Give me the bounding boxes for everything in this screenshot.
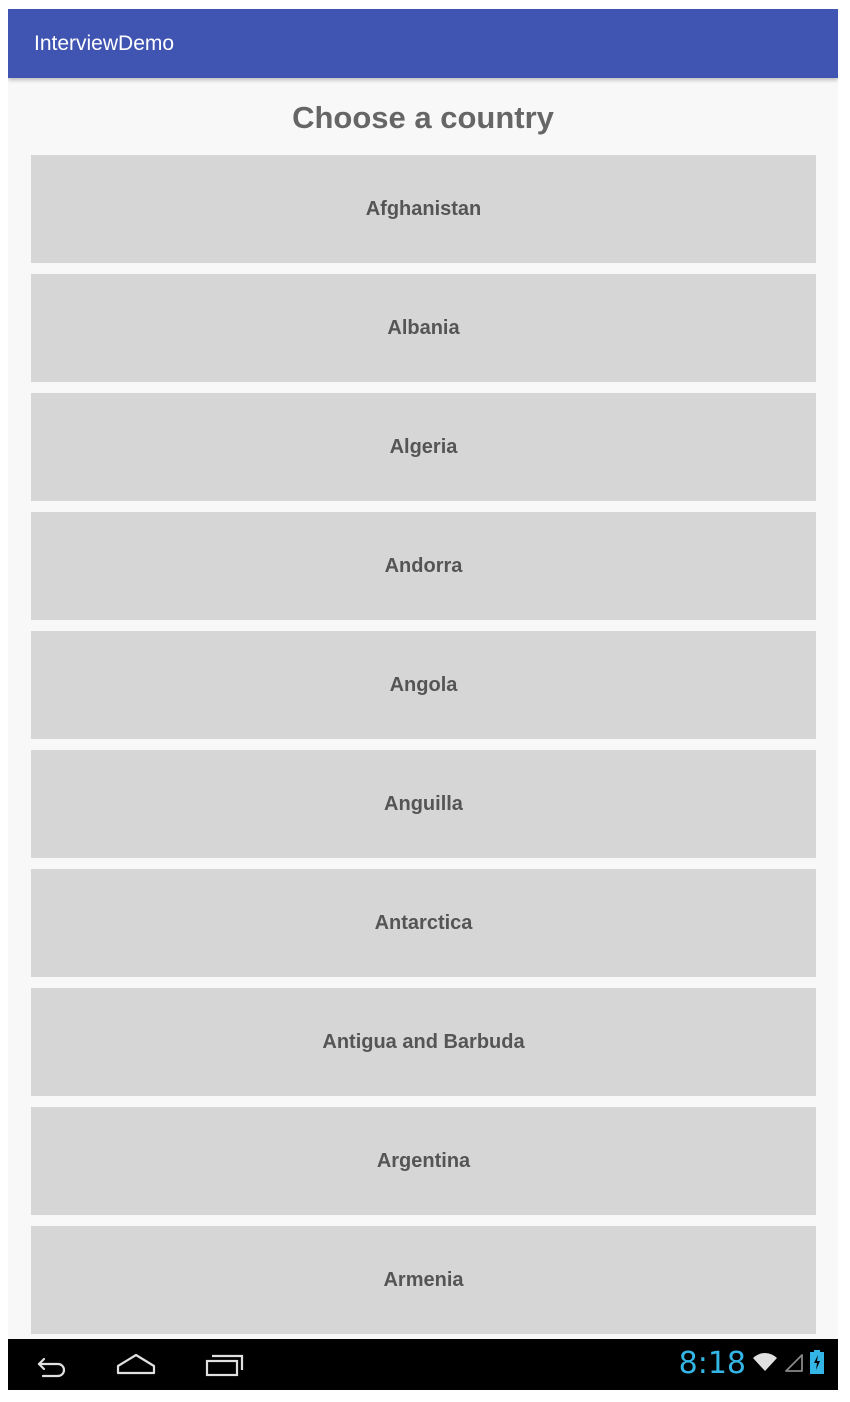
country-button[interactable]: Angola xyxy=(31,631,816,739)
country-button[interactable]: Algeria xyxy=(31,393,816,501)
clock: 8:18 xyxy=(678,1346,746,1381)
recents-icon[interactable] xyxy=(204,1351,244,1379)
app-title: InterviewDemo xyxy=(34,32,175,55)
app-bar: InterviewDemo xyxy=(8,9,838,78)
back-icon[interactable] xyxy=(32,1351,72,1379)
main-content[interactable]: Choose a country Afghanistan Albania Alg… xyxy=(8,78,838,1339)
signal-icon xyxy=(784,1351,804,1378)
battery-charging-icon xyxy=(810,1349,824,1379)
country-button[interactable]: Argentina xyxy=(31,1107,816,1215)
country-button[interactable]: Armenia xyxy=(31,1226,816,1334)
country-button[interactable]: Albania xyxy=(31,274,816,382)
country-button[interactable]: Antigua and Barbuda xyxy=(31,988,816,1096)
country-list[interactable]: Afghanistan Albania Algeria Andorra Ango… xyxy=(31,155,816,1339)
device-screen: InterviewDemo Choose a country Afghanist… xyxy=(8,9,838,1390)
country-button[interactable]: Afghanistan xyxy=(31,155,816,263)
status-area: 8:18 xyxy=(679,1347,824,1381)
country-button[interactable]: Andorra xyxy=(31,512,816,620)
page-heading: Choose a country xyxy=(292,100,554,135)
country-button[interactable]: Antarctica xyxy=(31,869,816,977)
system-nav-bar: 8:18 xyxy=(8,1339,838,1390)
country-button[interactable]: Anguilla xyxy=(31,750,816,858)
home-icon[interactable] xyxy=(116,1351,156,1379)
wifi-icon xyxy=(752,1351,778,1378)
